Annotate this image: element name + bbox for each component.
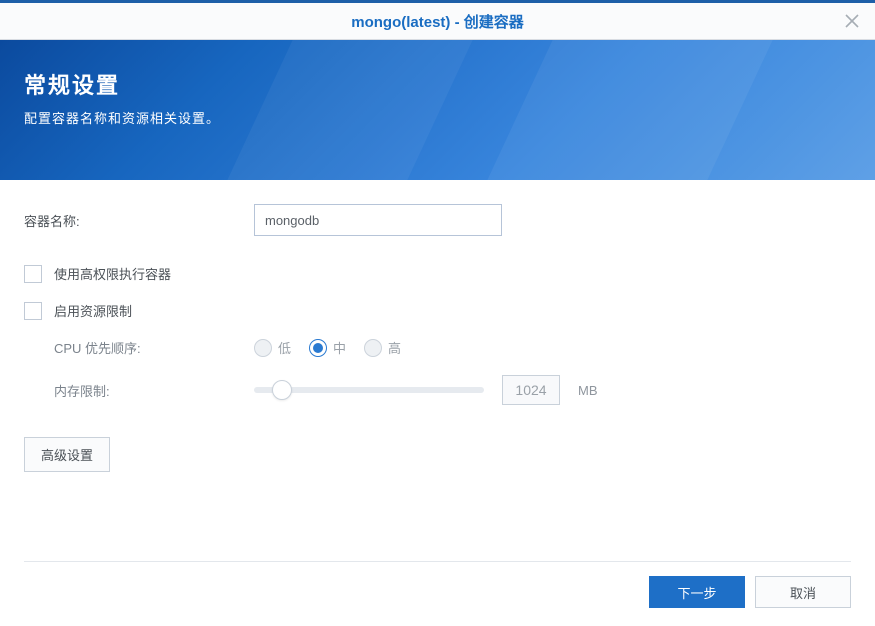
cpu-priority-label: CPU 优先顺序: [54, 338, 254, 357]
next-button[interactable]: 下一步 [649, 576, 745, 608]
advanced-settings-button[interactable]: 高级设置 [24, 437, 110, 472]
cpu-radio-low[interactable] [254, 339, 272, 357]
row-enable-limit: 启用资源限制 [24, 301, 851, 320]
cpu-radio-low-label: 低 [278, 338, 291, 357]
footer: 下一步 取消 [24, 561, 851, 608]
container-name-label: 容器名称: [24, 211, 254, 230]
cpu-radio-mid-label: 中 [333, 338, 346, 357]
page-description: 配置容器名称和资源相关设置。 [24, 108, 851, 127]
window-title: mongo(latest) - 创建容器 [351, 11, 524, 32]
cpu-priority-group: 低 中 高 [254, 338, 401, 357]
memory-slider-thumb[interactable] [272, 380, 292, 400]
memory-limit-label: 内存限制: [54, 381, 254, 400]
enable-limit-label: 启用资源限制 [54, 301, 132, 320]
cpu-radio-mid-item[interactable]: 中 [309, 338, 346, 357]
cpu-radio-high-label: 高 [388, 338, 401, 357]
high-privilege-checkbox[interactable] [24, 265, 42, 283]
row-memory-limit: 内存限制: MB [24, 375, 851, 405]
row-container-name: 容器名称: [24, 204, 851, 236]
header-panel: 常规设置 配置容器名称和资源相关设置。 [0, 40, 875, 180]
close-icon[interactable] [841, 10, 863, 32]
memory-input[interactable] [502, 375, 560, 405]
cpu-radio-high-item[interactable]: 高 [364, 338, 401, 357]
cpu-radio-high[interactable] [364, 339, 382, 357]
cpu-radio-mid[interactable] [309, 339, 327, 357]
memory-controls: MB [254, 375, 598, 405]
cancel-button[interactable]: 取消 [755, 576, 851, 608]
enable-limit-checkbox[interactable] [24, 302, 42, 320]
row-cpu-priority: CPU 优先顺序: 低 中 高 [24, 338, 851, 357]
row-high-privilege: 使用高权限执行容器 [24, 264, 851, 283]
page-title: 常规设置 [24, 68, 851, 100]
high-privilege-label: 使用高权限执行容器 [54, 264, 171, 283]
titlebar: mongo(latest) - 创建容器 [0, 0, 875, 40]
memory-unit: MB [578, 383, 598, 398]
form-content: 容器名称: 使用高权限执行容器 启用资源限制 CPU 优先顺序: 低 中 高 [0, 180, 875, 472]
memory-slider[interactable] [254, 387, 484, 393]
cpu-radio-low-item[interactable]: 低 [254, 338, 291, 357]
container-name-input[interactable] [254, 204, 502, 236]
